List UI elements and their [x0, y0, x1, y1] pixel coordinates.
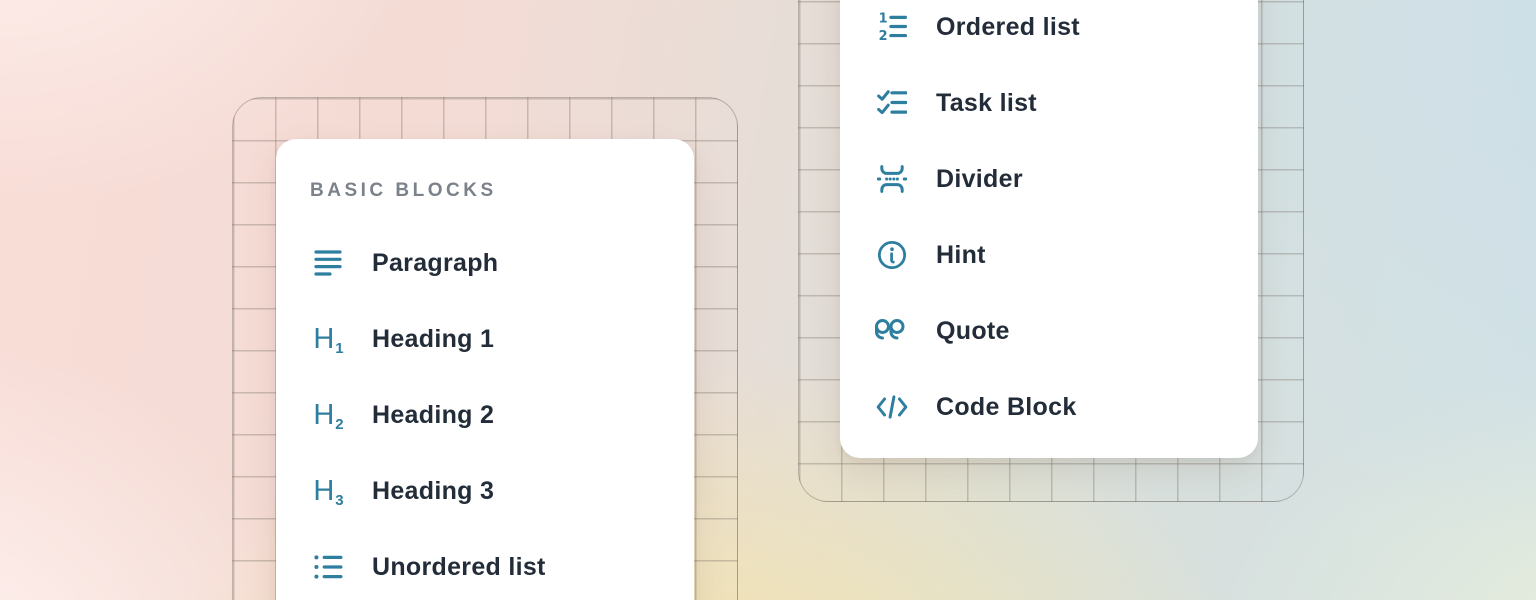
quote-icon — [874, 313, 910, 349]
menu-item-paragraph[interactable]: Paragraph — [276, 225, 694, 301]
heading-3-icon: H3 — [310, 473, 346, 509]
heading-icon-level: 2 — [335, 417, 343, 432]
menu-item-label: Code Block — [936, 393, 1077, 422]
heading-icon-letter: H — [313, 325, 334, 354]
menu-item-label: Heading 3 — [372, 477, 494, 506]
stage: BASIC BLOCKS Paragraph H1 Heading 1 H2 — [0, 0, 1536, 600]
menu-item-label: Divider — [936, 165, 1023, 194]
heading-1-icon: H1 — [310, 321, 346, 357]
divider-icon — [874, 161, 910, 197]
menu-item-code-block[interactable]: Code Block — [840, 369, 1258, 445]
menu-item-label: Unordered list — [372, 553, 546, 582]
menu-item-label: Paragraph — [372, 249, 498, 278]
menu-item-label: Hint — [936, 241, 986, 270]
heading-icon-level: 3 — [335, 493, 343, 508]
blocks-panel-right: 1 2 Ordered list Task list — [840, 0, 1258, 458]
heading-icon-letter: H — [313, 401, 334, 430]
menu-item-label: Task list — [936, 89, 1037, 118]
menu-item-task-list[interactable]: Task list — [840, 65, 1258, 141]
menu-item-label: Heading 1 — [372, 325, 494, 354]
heading-2-icon: H2 — [310, 397, 346, 433]
menu-item-label: Heading 2 — [372, 401, 494, 430]
basic-blocks-panel: BASIC BLOCKS Paragraph H1 Heading 1 H2 — [276, 139, 694, 600]
menu-item-heading-3[interactable]: H3 Heading 3 — [276, 453, 694, 529]
background-gradient — [0, 0, 1536, 600]
menu-item-heading-2[interactable]: H2 Heading 2 — [276, 377, 694, 453]
menu-item-quote[interactable]: Quote — [840, 293, 1258, 369]
heading-icon-letter: H — [313, 477, 334, 506]
svg-text:2: 2 — [879, 29, 888, 42]
section-header: BASIC BLOCKS — [310, 175, 694, 207]
hint-icon — [874, 237, 910, 273]
svg-text:1: 1 — [879, 12, 888, 27]
menu-item-divider[interactable]: Divider — [840, 141, 1258, 217]
unordered-list-icon — [310, 549, 346, 585]
heading-icon-level: 1 — [335, 341, 343, 356]
menu-item-label: Ordered list — [936, 13, 1080, 42]
menu-item-heading-1[interactable]: H1 Heading 1 — [276, 301, 694, 377]
menu-item-label: Quote — [936, 317, 1010, 346]
ordered-list-icon: 1 2 — [874, 9, 910, 45]
paragraph-icon — [310, 245, 346, 281]
menu-item-ordered-list[interactable]: 1 2 Ordered list — [840, 0, 1258, 65]
menu-item-hint[interactable]: Hint — [840, 217, 1258, 293]
task-list-icon — [874, 85, 910, 121]
code-block-icon — [874, 389, 910, 425]
menu-item-unordered-list[interactable]: Unordered list — [276, 529, 694, 600]
